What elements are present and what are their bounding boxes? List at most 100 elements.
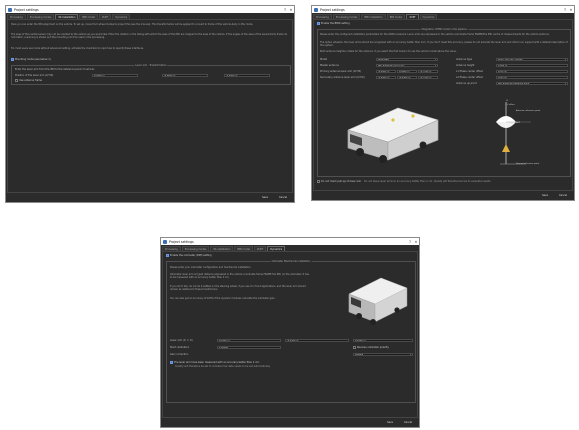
pull-up-label: Do not check pull-up of lever arm xyxy=(321,180,362,183)
description-paragraph-1: Please enter the configured installation… xyxy=(320,33,550,36)
pull-up-note: Do not leave lever arms to an accuracy b… xyxy=(364,180,492,183)
window-title: Project settings xyxy=(14,7,39,12)
lever-arm-row-label: Position of the lever arm (X/Y/Z) xyxy=(15,74,54,77)
lever-arm-y-input[interactable]: -0.0800 m xyxy=(162,73,208,78)
lever-arm-accuracy-note: Quality will therefore be set to indicat… xyxy=(175,365,271,368)
cancel-button[interactable]: Cancel xyxy=(555,194,571,199)
description-paragraph-3: If you don't like, do not do it settled … xyxy=(170,285,306,292)
antenna-type-select[interactable]: LEIAT 502 (GS - NONE) xyxy=(496,57,568,62)
bmi-group: Integration of BMI model in the pipeline… xyxy=(317,28,571,177)
checkbox-indicator[interactable] xyxy=(11,58,14,61)
l2-offset-label: L2 Phase center offset xyxy=(456,76,483,79)
description-paragraph-1: Here you can enter the IMU-alignment on … xyxy=(11,23,254,26)
tab-content: Here you can enter the IMU-alignment on … xyxy=(7,19,293,193)
checkbox-indicator[interactable] xyxy=(170,361,173,364)
use-antenna-frame-checkbox[interactable]: Use antenna frame xyxy=(15,79,42,82)
save-button[interactable]: Save xyxy=(258,196,272,201)
diagram-label-l1: L1 xyxy=(506,100,509,102)
group-title: Lever arm - Transformation xyxy=(134,64,168,67)
checkbox-indicator[interactable] xyxy=(15,79,18,82)
enable-bmw-label: Enable the BMW setting xyxy=(321,22,350,25)
diagram-label-ground-ref: Ground reference point xyxy=(516,163,540,165)
lever-arm-x-input[interactable]: 0.0400 m xyxy=(92,73,138,78)
title-bar: Project settings ? ✕ xyxy=(6,6,294,13)
lever-arm-z-input[interactable]: 0.1800 m xyxy=(353,338,413,343)
description-paragraph-2: The axes of the inertial sensor may not … xyxy=(11,33,288,40)
cancel-button[interactable]: Cancel xyxy=(275,196,291,201)
odometer-group: Odometer Mechanical installation Please … xyxy=(166,260,416,403)
reverse-polarity-checkbox[interactable]: Reverse odometer polarity xyxy=(353,346,389,349)
antenna-type-label: Antenna type xyxy=(456,58,473,61)
checkbox-indicator[interactable] xyxy=(317,180,320,183)
diagram-label-arp: ARP xyxy=(516,122,520,124)
enable-odometer-label: Enable the odometer (DMI) setting xyxy=(170,254,212,257)
scale-label: Start calibration xyxy=(170,346,190,349)
primary-lever-z-input[interactable]: -0.7100 m xyxy=(418,69,438,74)
pull-up-checkbox[interactable]: Do not check pull-up of lever arm Do not… xyxy=(317,180,491,183)
lever-arm-label: Lever arm (X, Y, Z) xyxy=(170,339,193,342)
gain-correction-select[interactable]: Disable xyxy=(353,352,413,357)
gain-correction-label: Gain correction xyxy=(170,353,189,356)
group-description: Enter the lever arm from the IMU to the … xyxy=(15,68,95,71)
close-icon[interactable]: ✕ xyxy=(568,8,574,12)
l1-offset-input[interactable]: 0.05 cm xyxy=(496,69,568,74)
enable-odometer-checkbox[interactable]: Enable the odometer (DMI) setting xyxy=(166,254,212,257)
l1-offset-label: L1 Phase center offset xyxy=(456,70,483,73)
antenna-height-input[interactable]: 0.000 m xyxy=(496,63,568,68)
antenna-up-point-label: Antenna up point xyxy=(456,82,477,85)
reverse-polarity-label: Reverse odometer polarity xyxy=(357,346,389,349)
antenna-diagram xyxy=(496,102,531,165)
description-paragraph-4: You can also get an accuracy of 100% if … xyxy=(170,297,276,300)
close-icon[interactable]: ✕ xyxy=(413,240,419,244)
app-icon xyxy=(314,7,318,12)
l2-offset-input[interactable]: 0.00 cm xyxy=(496,75,568,80)
tab-content: Enable the odometer (DMI) setting Odomet… xyxy=(162,251,418,418)
primary-lever-x-input[interactable]: -0.4400 m xyxy=(376,69,396,74)
group-title: Integration of BMI model in the pipeline xyxy=(420,28,468,31)
lever-arm-group: Lever arm - Transformation Enter the lev… xyxy=(11,64,291,85)
lever-arm-accuracy-label: The lever arm have been measured with an… xyxy=(174,361,260,364)
group-title: Odometer Mechanical installation xyxy=(270,260,312,263)
title-bar: Project settings ? ✕ xyxy=(161,238,419,245)
checkbox-indicator[interactable] xyxy=(166,254,169,257)
save-button[interactable]: Save xyxy=(538,194,552,199)
save-button[interactable]: Save xyxy=(383,421,397,426)
mounting-mode-checkbox[interactable]: Mounting mode (see below 1) xyxy=(11,58,51,61)
lever-arm-z-input[interactable]: -1.2000 m xyxy=(224,73,270,78)
master-antenna-select[interactable]: Left antenna front (L1C) xyxy=(376,63,438,68)
secondary-lever-z-input[interactable]: -0.7100 m xyxy=(418,75,438,80)
description-paragraph-2: The option wheel/ie, the lever arms shou… xyxy=(320,41,568,48)
app-icon xyxy=(163,239,167,244)
model-select[interactable]: Automatic xyxy=(376,57,438,62)
use-antenna-frame-label: Use antenna frame xyxy=(19,79,42,82)
enable-bmw-checkbox[interactable]: Enable the BMW setting xyxy=(317,22,350,25)
diagram-label-antenna-ref: Antenna reference point xyxy=(516,110,541,112)
scale-input[interactable]: 1.00000 xyxy=(217,345,281,350)
description-paragraph-1: Please enter your odometer configuration… xyxy=(170,266,252,269)
description-paragraph-3: For most users use mode without advanced… xyxy=(11,47,144,50)
tab-content: Enable the BMW setting Integration of BM… xyxy=(313,19,573,191)
vehicle-illustration xyxy=(347,107,439,163)
primary-lever-arm-label: Primary antenna lever arm (X/Y/Z) xyxy=(320,70,362,73)
vehicle-illustration xyxy=(348,277,408,325)
lever-arm-accuracy-checkbox[interactable]: The lever arm have been measured with an… xyxy=(170,361,260,364)
close-icon[interactable]: ✕ xyxy=(288,8,294,12)
project-settings-dialog-imu: Project settings ? ✕ Processing Processi… xyxy=(5,5,295,203)
app-icon xyxy=(8,7,12,12)
lever-arm-y-input[interactable]: -1.0500 m xyxy=(285,338,349,343)
primary-lever-y-input[interactable]: 0.9400 m xyxy=(397,69,417,74)
checkbox-indicator[interactable] xyxy=(353,346,356,349)
secondary-lever-x-input[interactable]: -0.4400 m xyxy=(376,75,396,80)
antenna-height-label: Antenna height xyxy=(456,64,475,67)
title-bar: Project settings ? ✕ xyxy=(312,6,574,13)
lever-arm-x-input[interactable]: 0.0120 m xyxy=(217,338,281,343)
window-title: Project settings xyxy=(169,239,194,244)
secondary-lever-y-input[interactable]: -0.9400 m xyxy=(397,75,417,80)
master-antenna-label: Master antenna xyxy=(320,64,339,67)
project-settings-dialog-gnss: Project settings ? ✕ Processing Processi… xyxy=(311,5,575,201)
model-label: Model xyxy=(320,58,328,61)
antenna-up-point-select[interactable]: Left antenna reference point xyxy=(496,81,568,86)
cancel-button[interactable]: Cancel xyxy=(400,421,416,426)
checkbox-indicator[interactable] xyxy=(317,22,320,25)
window-title: Project settings xyxy=(320,7,345,12)
